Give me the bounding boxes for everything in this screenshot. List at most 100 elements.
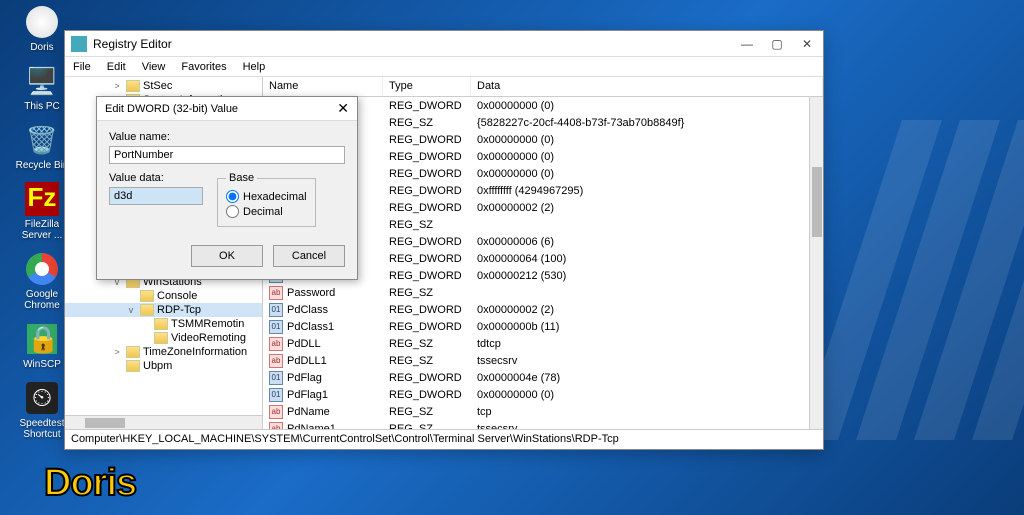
list-header[interactable]: Name Type Data xyxy=(263,77,823,97)
tree-expand-icon[interactable]: > xyxy=(111,81,123,91)
value-data: {5828227c-20cf-4408-b73f-73ab70b8849f} xyxy=(471,117,809,129)
desktop-icon-chrome[interactable]: Google Chrome xyxy=(12,251,72,311)
tree-expand-icon[interactable]: v xyxy=(125,305,137,315)
desktop-icon-winscp[interactable]: 🔒WinSCP xyxy=(12,321,72,370)
value-type: REG_DWORD xyxy=(383,100,471,112)
value-data: tssecsrv xyxy=(471,423,809,430)
statusbar: Computer\HKEY_LOCAL_MACHINE\SYSTEM\Curre… xyxy=(65,429,823,449)
folder-icon xyxy=(126,80,140,92)
reg-sz-icon: ab xyxy=(269,354,283,368)
value-name: PdName1 xyxy=(287,423,336,430)
list-row[interactable]: abPdNameREG_SZtcp xyxy=(263,403,823,420)
tree-hscrollbar[interactable] xyxy=(65,415,262,429)
tree-item-label[interactable]: TimeZoneInformation xyxy=(143,346,247,358)
list-row[interactable]: 01PdFlag1REG_DWORD0x00000000 (0) xyxy=(263,386,823,403)
value-name: Password xyxy=(287,287,335,299)
desktop-icon-recycle-bin[interactable]: 🗑️Recycle Bin xyxy=(12,122,72,171)
desktop-icon-label: Recycle Bin xyxy=(16,160,69,171)
base-fieldset: Base Hexadecimal Decimal xyxy=(217,172,316,227)
value-type: REG_SZ xyxy=(383,355,471,367)
tree-item-label[interactable]: VideoRemoting xyxy=(171,332,246,344)
radio-dec-label[interactable]: Decimal xyxy=(226,205,307,218)
desktop-icon-this-pc[interactable]: 🖥️This PC xyxy=(12,63,72,112)
col-data[interactable]: Data xyxy=(471,77,823,96)
maximize-button[interactable]: ▢ xyxy=(771,38,783,50)
value-data: 0x0000004e (78) xyxy=(471,372,809,384)
value-data: 0x0000000b (11) xyxy=(471,321,809,333)
tree-item-label[interactable]: StSec xyxy=(143,80,172,92)
folder-icon xyxy=(154,332,168,344)
tree-item-label[interactable]: Ubpm xyxy=(143,360,172,372)
folder-icon xyxy=(126,360,140,372)
tree-item[interactable]: Ubpm xyxy=(65,359,262,373)
dialog-title: Edit DWORD (32-bit) Value xyxy=(105,103,337,115)
valuedata-label: Value data: xyxy=(109,172,203,184)
list-row[interactable]: abPdDLLREG_SZtdtcp xyxy=(263,335,823,352)
list-row[interactable]: 01PdFlagREG_DWORD0x0000004e (78) xyxy=(263,369,823,386)
value-type: REG_DWORD xyxy=(383,253,471,265)
list-row[interactable]: abPasswordREG_SZ xyxy=(263,284,823,301)
folder-icon xyxy=(140,304,154,316)
value-type: REG_SZ xyxy=(383,219,471,231)
menu-file[interactable]: File xyxy=(73,61,91,73)
reg-sz-icon: ab xyxy=(269,337,283,351)
ok-button[interactable]: OK xyxy=(191,245,263,267)
list-row[interactable]: ab PdName1 REG_SZtssecsrv xyxy=(263,420,823,429)
reg-sz-icon: ab xyxy=(269,422,283,430)
watermark-text: Doris xyxy=(44,462,136,505)
value-type: REG_SZ xyxy=(383,117,471,129)
desktop-icon-filezilla[interactable]: FzFileZilla Server ... xyxy=(12,181,72,241)
menu-edit[interactable]: Edit xyxy=(107,61,126,73)
tree-item[interactable]: Console xyxy=(65,289,262,303)
list-vscrollbar[interactable] xyxy=(809,97,823,429)
tree-item-label[interactable]: Console xyxy=(157,290,197,302)
radio-dec[interactable] xyxy=(226,205,239,218)
valuename-label: Value name: xyxy=(109,131,345,143)
window-title: Registry Editor xyxy=(93,37,741,51)
value-type: REG_DWORD xyxy=(383,236,471,248)
value-data: tssecsrv xyxy=(471,355,809,367)
value-data: 0x00000000 (0) xyxy=(471,151,809,163)
value-type: REG_DWORD xyxy=(383,168,471,180)
value-type: REG_DWORD xyxy=(383,202,471,214)
value-type: REG_SZ xyxy=(383,287,471,299)
menu-view[interactable]: View xyxy=(142,61,166,73)
col-type[interactable]: Type xyxy=(383,77,471,96)
list-row[interactable]: 01PdClass1REG_DWORD0x0000000b (11) xyxy=(263,318,823,335)
close-button[interactable]: ✕ xyxy=(801,38,813,50)
value-data: 0x00000000 (0) xyxy=(471,134,809,146)
dialog-titlebar[interactable]: Edit DWORD (32-bit) Value ✕ xyxy=(97,97,357,121)
tree-expand-icon[interactable]: > xyxy=(111,347,123,357)
radio-hex-label[interactable]: Hexadecimal xyxy=(226,190,307,203)
tree-item[interactable]: > StSec xyxy=(65,79,262,93)
menu-favorites[interactable]: Favorites xyxy=(181,61,226,73)
desktop-icon-speedtest[interactable]: ⏲Speedtest Shortcut xyxy=(12,380,72,440)
tree-item[interactable]: TSMMRemotin xyxy=(65,317,262,331)
tree-item[interactable]: VideoRemoting xyxy=(65,331,262,345)
tree-item-label[interactable]: TSMMRemotin xyxy=(171,318,244,330)
value-type: REG_SZ xyxy=(383,406,471,418)
value-data: 0xffffffff (4294967295) xyxy=(471,185,809,197)
value-name: PdDLL1 xyxy=(287,355,327,367)
minimize-button[interactable]: — xyxy=(741,38,753,50)
col-name[interactable]: Name xyxy=(263,77,383,96)
value-type: REG_DWORD xyxy=(383,389,471,401)
titlebar[interactable]: Registry Editor — ▢ ✕ xyxy=(65,31,823,57)
value-data: 0x00000002 (2) xyxy=(471,202,809,214)
list-row[interactable]: 01PdClassREG_DWORD0x00000002 (2) xyxy=(263,301,823,318)
valuename-input[interactable] xyxy=(109,146,345,164)
tree-item[interactable]: v RDP-Tcp xyxy=(65,303,262,317)
valuedata-input[interactable] xyxy=(109,187,203,205)
dialog-close-button[interactable]: ✕ xyxy=(337,100,349,117)
reg-dword-icon: 01 xyxy=(269,388,283,402)
value-type: REG_SZ xyxy=(383,423,471,430)
desktop-icon-doris[interactable]: Doris xyxy=(12,4,72,53)
cancel-button[interactable]: Cancel xyxy=(273,245,345,267)
menu-help[interactable]: Help xyxy=(243,61,266,73)
tree-item-label[interactable]: RDP-Tcp xyxy=(157,304,201,316)
radio-hex[interactable] xyxy=(226,190,239,203)
folder-icon xyxy=(154,318,168,330)
list-row[interactable]: ab PdDLL1 REG_SZtssecsrv xyxy=(263,352,823,369)
value-data: tdtcp xyxy=(471,338,809,350)
tree-item[interactable]: > TimeZoneInformation xyxy=(65,345,262,359)
